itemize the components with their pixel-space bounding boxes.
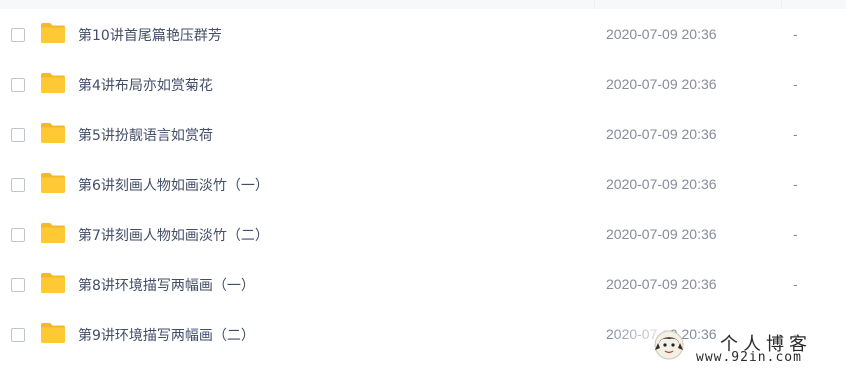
row-checkbox[interactable] — [11, 178, 25, 192]
file-name[interactable]: 第6讲刻画人物如画淡竹（一） — [78, 175, 269, 195]
modified-time: 2020-07-09 20:36 — [606, 226, 717, 242]
file-list: 第10讲首尾篇艳压群芳 2020-07-09 20:36 - 第4讲布局亦如赏菊… — [0, 0, 846, 371]
folder-icon[interactable] — [40, 222, 66, 244]
file-size: - — [793, 226, 798, 242]
file-size: - — [793, 276, 798, 292]
file-row[interactable]: 第4讲布局亦如赏菊花 2020-07-09 20:36 - — [0, 60, 846, 110]
folder-icon[interactable] — [40, 272, 66, 294]
watermark-url: www.92in.com — [696, 350, 802, 365]
column-divider[interactable] — [594, 0, 595, 9]
row-checkbox[interactable] — [11, 28, 25, 42]
row-checkbox[interactable] — [11, 78, 25, 92]
file-row[interactable]: 第7讲刻画人物如画淡竹（二） 2020-07-09 20:36 - — [0, 210, 846, 260]
watermark: 个人博客 www.92in.com — [608, 322, 844, 368]
modified-time: 2020-07-09 20:36 — [606, 276, 717, 292]
file-name[interactable]: 第9讲环境描写两幅画（二） — [78, 325, 255, 345]
file-name[interactable]: 第8讲环境描写两幅画（一） — [78, 275, 255, 295]
file-size: - — [793, 26, 798, 42]
file-row[interactable]: 第8讲环境描写两幅画（一） 2020-07-09 20:36 - — [0, 260, 846, 310]
file-row[interactable]: 第5讲扮靓语言如赏荷 2020-07-09 20:36 - — [0, 110, 846, 160]
watermark-avatar-icon — [654, 330, 684, 360]
file-name[interactable]: 第7讲刻画人物如画淡竹（二） — [78, 225, 269, 245]
folder-icon[interactable] — [40, 322, 66, 344]
folder-icon[interactable] — [40, 72, 66, 94]
file-size: - — [793, 176, 798, 192]
file-size: - — [793, 76, 798, 92]
modified-time: 2020-07-09 20:36 — [606, 26, 717, 42]
file-size: - — [793, 126, 798, 142]
modified-time: 2020-07-09 20:36 — [606, 126, 717, 142]
row-checkbox[interactable] — [11, 128, 25, 142]
file-row[interactable]: 第6讲刻画人物如画淡竹（一） 2020-07-09 20:36 - — [0, 160, 846, 210]
folder-icon[interactable] — [40, 22, 66, 44]
modified-time: 2020-07-09 20:36 — [606, 176, 717, 192]
column-header-strip — [0, 0, 846, 9]
folder-icon[interactable] — [40, 172, 66, 194]
file-name[interactable]: 第4讲布局亦如赏菊花 — [78, 75, 213, 95]
column-divider[interactable] — [781, 0, 782, 9]
row-checkbox[interactable] — [11, 228, 25, 242]
modified-time: 2020-07-09 20:36 — [606, 76, 717, 92]
file-name[interactable]: 第10讲首尾篇艳压群芳 — [78, 25, 222, 45]
folder-icon[interactable] — [40, 122, 66, 144]
file-name[interactable]: 第5讲扮靓语言如赏荷 — [78, 125, 213, 145]
row-checkbox[interactable] — [11, 278, 25, 292]
file-row[interactable]: 第10讲首尾篇艳压群芳 2020-07-09 20:36 - — [0, 10, 846, 60]
row-checkbox[interactable] — [11, 328, 25, 342]
